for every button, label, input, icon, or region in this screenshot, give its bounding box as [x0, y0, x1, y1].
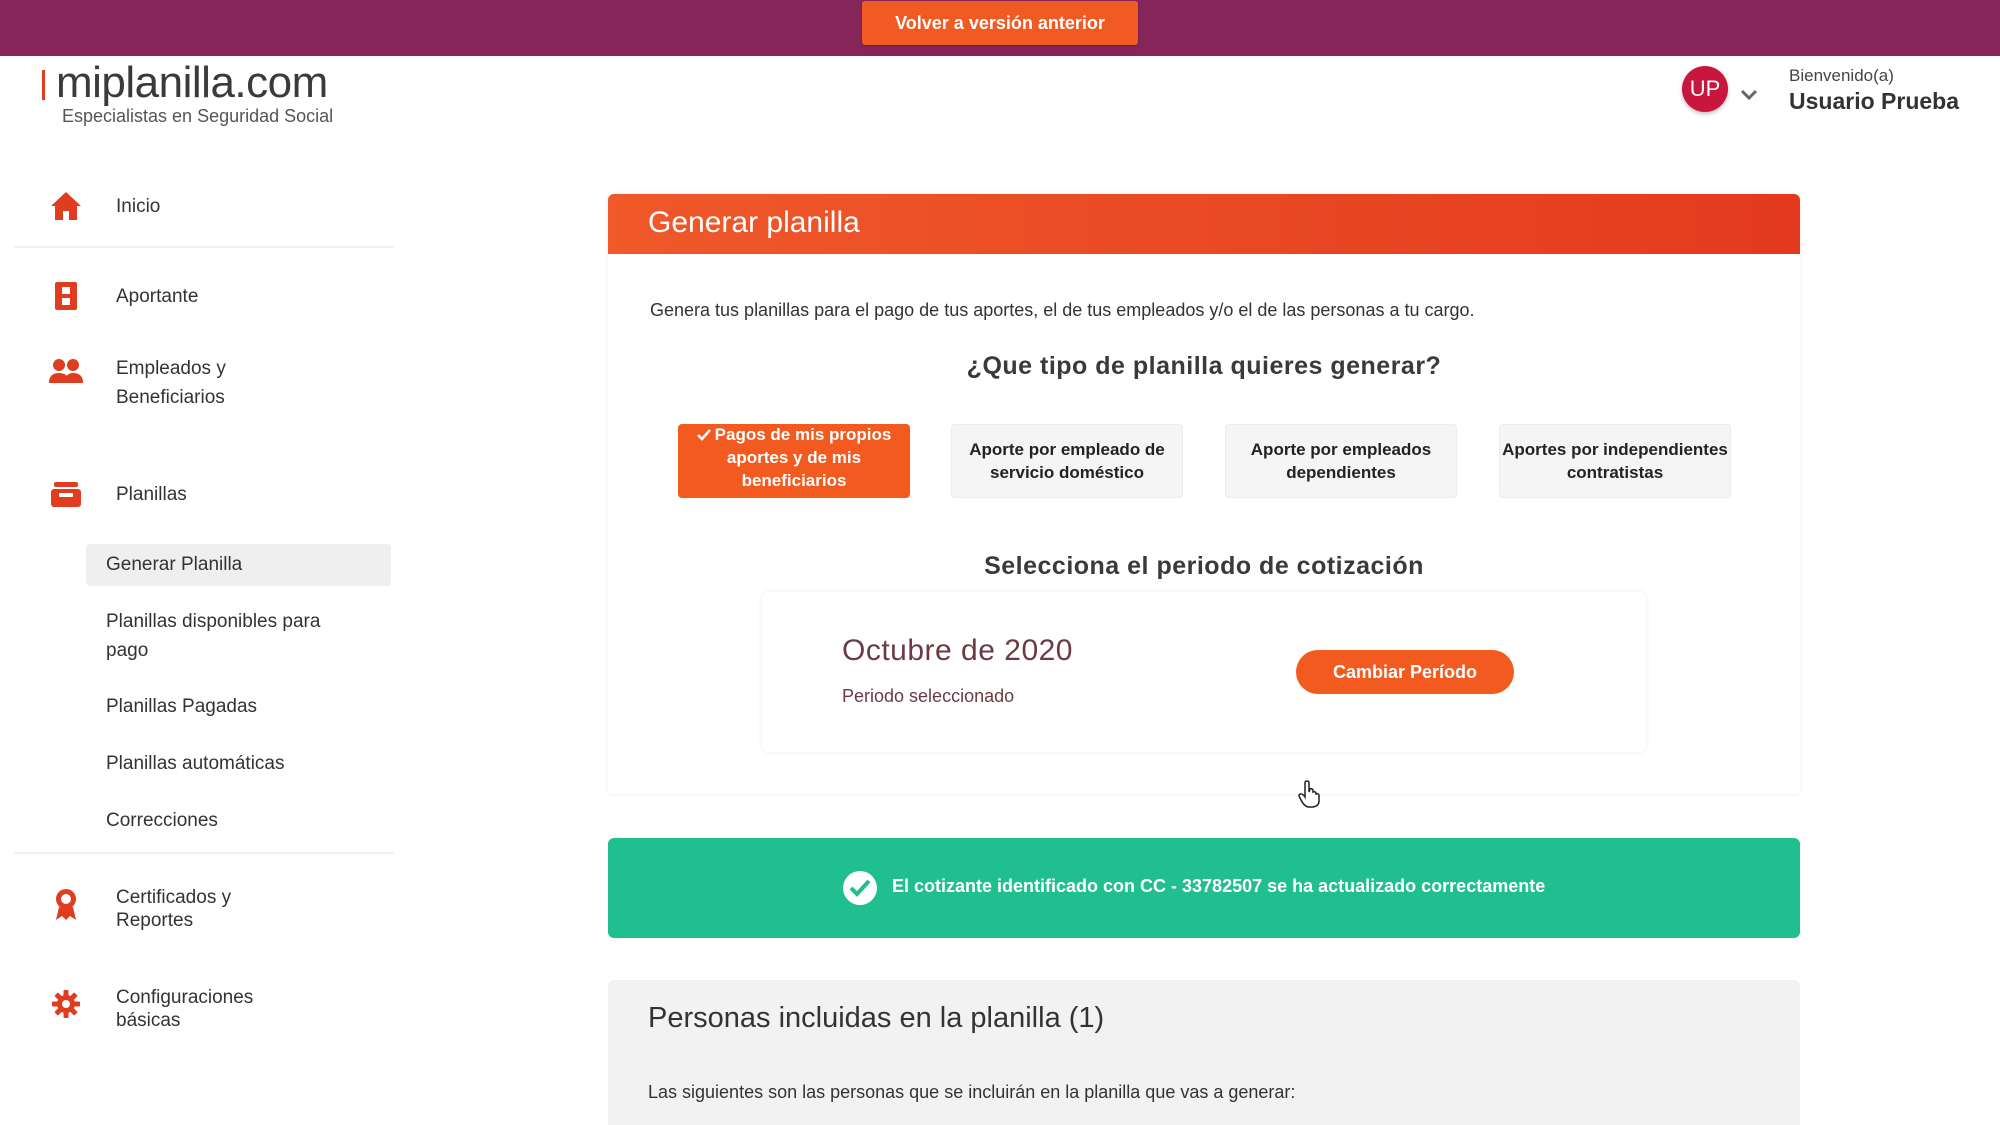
- period-value: Octubre de 2020: [842, 634, 1073, 667]
- id-badge-icon: [48, 278, 84, 314]
- type-option-dependent-employees[interactable]: Aporte por empleados dependientes: [1225, 424, 1457, 498]
- persons-section: Personas incluidas en la planilla (1) La…: [608, 980, 1800, 1125]
- type-option-label: Aportes por independientes contratistas: [1502, 440, 1728, 482]
- type-question: ¿Que tipo de planilla quieres generar?: [966, 352, 1442, 380]
- sidebar-subitem-planillas-disponibles[interactable]: Planillas disponibles para pago: [106, 607, 366, 665]
- back-to-previous-version-button[interactable]: Volver a versión anterior: [862, 1, 1138, 45]
- brand-tagline: Especialistas en Seguridad Social: [62, 106, 334, 126]
- divider: [14, 246, 394, 248]
- brand-name: miplanilla.com: [56, 58, 328, 107]
- sidebar-item-inicio[interactable]: Inicio: [14, 186, 394, 228]
- user-name[interactable]: Usuario Prueba: [1789, 88, 1959, 115]
- period-note: Periodo seleccionado: [842, 686, 1015, 706]
- sidebar-subitem-planillas-automaticas[interactable]: Planillas automáticas: [106, 749, 284, 778]
- type-option-label: Pagos de mis propios aportes y de mis be…: [714, 424, 892, 490]
- sidebar-item-planillas[interactable]: Planillas: [14, 474, 394, 516]
- sidebar-item-label: Planillas: [116, 484, 187, 505]
- check-circle-icon: [842, 870, 878, 911]
- sidebar-item-label: Certificados y Reportes: [116, 887, 232, 931]
- sidebar-subitem-correcciones[interactable]: Correcciones: [106, 806, 218, 835]
- card-header: Generar planilla: [608, 194, 1800, 254]
- welcome-text: Bienvenido(a): [1789, 66, 1894, 85]
- award-icon: [48, 886, 84, 922]
- home-icon: [48, 188, 84, 224]
- sidebar-item-aportante[interactable]: Aportante: [14, 276, 394, 318]
- chevron-down-icon[interactable]: [1740, 88, 1758, 106]
- success-alert: El cotizante identificado con CC - 33782…: [608, 838, 1800, 938]
- persons-title: Personas incluidas en la planilla (1): [648, 1002, 1105, 1034]
- gear-icon: [48, 986, 84, 1022]
- intro-text: Genera tus planillas para el pago de tus…: [650, 300, 1475, 320]
- inbox-icon: [48, 476, 84, 512]
- type-option-domestic-employee[interactable]: Aporte por empleado de servicio doméstic…: [951, 424, 1183, 498]
- alert-message: El cotizante identificado con CC - 33782…: [892, 876, 1546, 896]
- sidebar-item-label: Inicio: [116, 196, 161, 217]
- logo-accent-bar: [42, 70, 45, 100]
- change-period-button[interactable]: Cambiar Período: [1296, 650, 1514, 694]
- sidebar-item-configuraciones[interactable]: Configuraciones básicas: [14, 986, 394, 1038]
- period-title: Selecciona el periodo de cotización: [984, 552, 1424, 580]
- page-title: Generar planilla: [648, 206, 860, 239]
- divider: [14, 852, 394, 854]
- sidebar-item-empleados[interactable]: Empleados y Beneficiarios: [14, 354, 394, 418]
- user-avatar[interactable]: UP: [1682, 66, 1728, 112]
- sidebar-subitem-planillas-pagadas[interactable]: Planillas Pagadas: [106, 692, 257, 721]
- sidebar-item-certificados[interactable]: Certificados y Reportes: [14, 886, 394, 938]
- type-option-label: Aporte por empleado de servicio doméstic…: [969, 440, 1165, 482]
- sidebar-item-label: Empleados y Beneficiarios: [116, 358, 226, 408]
- type-option-independent-contractors[interactable]: Aportes por independientes contratistas: [1499, 424, 1731, 498]
- persons-description: Las siguientes son las personas que se i…: [648, 1082, 1296, 1102]
- sidebar-item-label: Aportante: [116, 286, 199, 307]
- check-icon: [696, 429, 711, 441]
- sidebar-item-label: Configuraciones básicas: [116, 987, 254, 1031]
- hand-cursor-icon: [1296, 780, 1322, 813]
- sidebar-subitem-generar-planilla[interactable]: Generar Planilla: [106, 550, 242, 579]
- users-icon: [48, 354, 84, 390]
- type-option-label: Aporte por empleados dependientes: [1250, 440, 1432, 482]
- type-option-own-contributions[interactable]: Pagos de mis propios aportes y de mis be…: [678, 424, 910, 498]
